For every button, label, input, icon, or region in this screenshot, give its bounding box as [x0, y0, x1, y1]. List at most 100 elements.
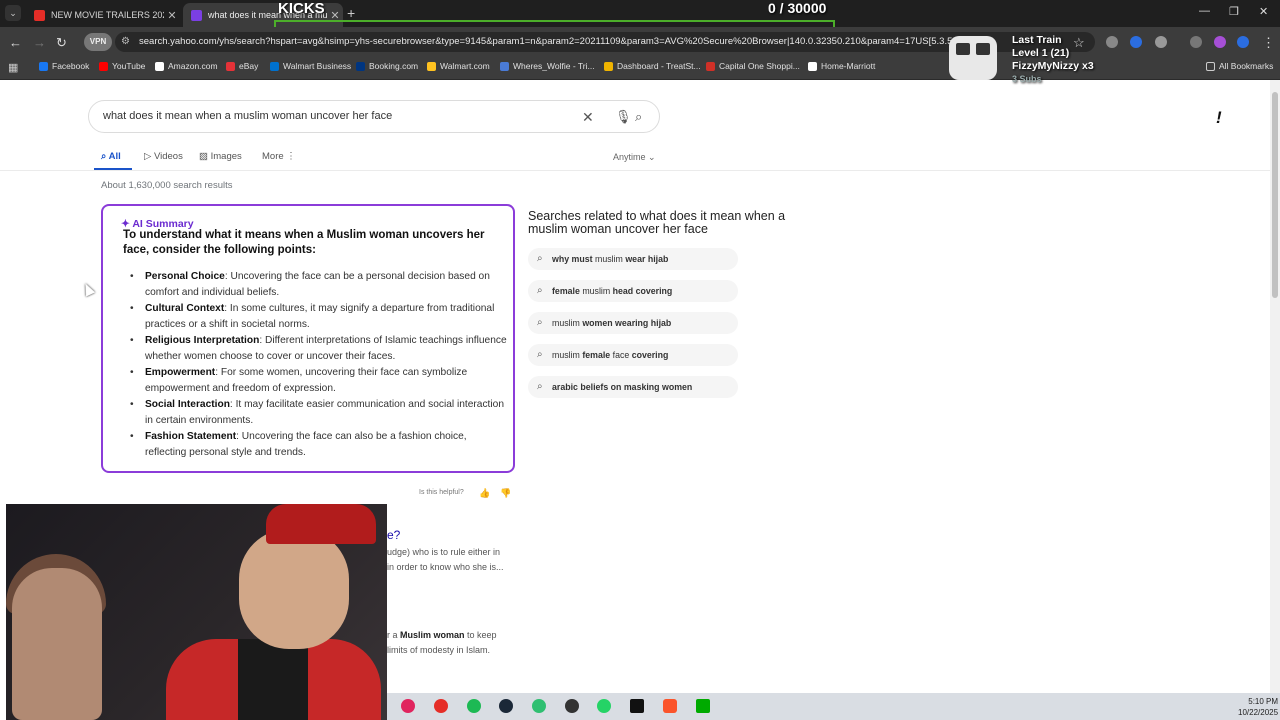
app-icon[interactable] — [565, 699, 579, 713]
ai-summary-list: Personal Choice: Uncovering the face can… — [130, 269, 507, 461]
train-title: Last Train — [1012, 34, 1062, 46]
time-filter-dropdown[interactable]: Anytime ⌄ — [613, 152, 656, 163]
streamlabs-icon[interactable] — [630, 699, 644, 713]
bookmark-label: Facebook — [52, 61, 90, 71]
bookmark-amazon[interactable]: Amazon.com — [155, 61, 218, 71]
streamer-right-shirt-panel — [238, 639, 308, 720]
rel-bold: head covering — [612, 286, 673, 296]
more-dots-icon: ⋮ — [283, 151, 296, 162]
bookmark-wheres-wolfie[interactable]: Wheres_Wolfie - Tri... — [500, 61, 595, 71]
bookmark-label: eBay — [239, 61, 259, 71]
reload-icon[interactable]: ↻ — [56, 35, 67, 51]
scrollbar-thumb[interactable] — [1272, 92, 1278, 298]
extension-icon[interactable] — [1130, 36, 1142, 48]
minimize-icon[interactable]: — — [1199, 5, 1210, 17]
youtube-favicon-icon — [34, 9, 45, 21]
bookmark-marriott[interactable]: Home-Marriott — [808, 61, 875, 71]
booking-icon — [356, 61, 365, 71]
related-search-item[interactable]: ⌕ muslim women wearing hijab — [528, 312, 738, 334]
site-info-icon[interactable]: ⚙ — [121, 36, 130, 47]
chevron-down-icon: ⌄ — [645, 152, 656, 162]
youtube-icon — [99, 61, 108, 71]
vpn-toggle[interactable]: VPN — [84, 33, 112, 51]
tab-search-button[interactable]: ⌄ — [5, 5, 21, 21]
back-icon[interactable]: ← — [9, 35, 22, 50]
item-term: Empowerment — [145, 367, 216, 378]
shield-icon[interactable] — [1237, 36, 1249, 48]
maps-pin-icon[interactable] — [401, 699, 415, 713]
list-item: Social Interaction: It may facilitate ea… — [130, 397, 507, 429]
extensions-puzzle-icon[interactable] — [1155, 36, 1167, 48]
related-search-item[interactable]: ⌕ arabic beliefs on masking women — [528, 376, 738, 398]
close-window-icon[interactable]: ✕ — [1259, 5, 1268, 18]
train-contributor: FizzyMyNizzy x3 — [1012, 60, 1094, 72]
bookmark-facebook[interactable]: Facebook — [39, 61, 89, 71]
play-icon: ▷ — [144, 151, 154, 162]
youtube-icon[interactable] — [434, 699, 448, 713]
train-subs: 3 Subs — [1012, 74, 1042, 84]
result-title-link[interactable]: e? — [387, 528, 400, 542]
marriott-icon — [808, 61, 817, 71]
related-search-item[interactable]: ⌕ female muslim head covering — [528, 280, 738, 302]
search-icon: ⌕ — [537, 253, 543, 264]
forward-icon[interactable]: → — [33, 35, 46, 50]
search-input[interactable]: what does it mean when a muslim woman un… — [103, 110, 392, 122]
stream-kicks-label: KICKS — [278, 0, 325, 17]
address-bar[interactable]: search.yahoo.com/yhs/search?hspart=avg&h… — [115, 32, 1095, 52]
thumbs-down-icon[interactable]: 👎 — [500, 488, 511, 499]
search-icon[interactable]: ⌕ — [635, 109, 642, 125]
rel-bold: why must — [552, 254, 593, 264]
list-item: Cultural Context: In some cultures, it m… — [130, 301, 507, 333]
bookmark-treatstock[interactable]: Dashboard - TreatSt... — [604, 61, 701, 71]
tab-more[interactable]: More ⋮ — [262, 151, 296, 162]
tab-all[interactable]: ⌕ All — [101, 151, 121, 162]
restore-icon[interactable]: ❐ — [1229, 5, 1239, 18]
extension-icon[interactable] — [1106, 36, 1118, 48]
capital-one-icon — [706, 61, 715, 71]
bookmark-capital-one[interactable]: Capital One Shoppi... — [706, 61, 800, 71]
rel-text: muslim — [552, 318, 583, 328]
search-icon: ⌕ — [537, 285, 543, 296]
tab-images[interactable]: ▨ Images — [199, 151, 242, 162]
spotify-icon[interactable] — [467, 699, 481, 713]
whatsapp-icon[interactable] — [597, 699, 611, 713]
bookmark-youtube[interactable]: YouTube — [99, 61, 145, 71]
bookmark-walmart-business[interactable]: Walmart Business — [270, 61, 351, 71]
tab-videos[interactable]: ▷ Videos — [144, 151, 183, 162]
app-icon[interactable] — [532, 699, 546, 713]
all-bookmarks-button[interactable]: All Bookmarks — [1206, 61, 1273, 71]
result-snippet: limits of modesty in Islam. — [387, 645, 491, 655]
related-search-item[interactable]: ⌕ muslim female face covering — [528, 344, 738, 366]
app-icon[interactable] — [696, 699, 710, 713]
item-term: Social Interaction — [145, 399, 230, 410]
bookmark-booking[interactable]: Booking.com — [356, 61, 418, 71]
list-item: Empowerment: For some women, uncovering … — [130, 365, 507, 397]
thumbs-up-icon[interactable]: 👍 — [479, 488, 490, 499]
yahoo-logo-icon[interactable]: ! — [1216, 108, 1222, 128]
steam-icon[interactable] — [499, 699, 513, 713]
brave-icon[interactable] — [663, 699, 677, 713]
system-clock[interactable]: 5:10 PM 10/22/2025 — [1238, 696, 1278, 718]
train-level: Level 1 (21) — [1012, 47, 1070, 59]
tab-movie-trailers[interactable]: NEW MOVIE TRAILERS 2025 (M ✕ — [26, 3, 180, 27]
bookmark-label: Capital One Shoppi... — [719, 61, 800, 71]
item-term: Fashion Statement — [145, 431, 237, 442]
train-icon — [949, 36, 997, 80]
apps-grid-icon[interactable]: ▦ — [8, 61, 18, 74]
bookmark-walmart[interactable]: Walmart.com — [427, 61, 490, 71]
related-search-item[interactable]: ⌕ why must muslim wear hijab — [528, 248, 738, 270]
new-tab-button[interactable]: + — [347, 5, 355, 21]
webcam-overlay — [6, 504, 387, 720]
profile-avatar[interactable] — [1214, 36, 1226, 48]
bookmark-label: Home-Marriott — [821, 61, 876, 71]
microphone-icon[interactable]: 🎙 — [615, 109, 632, 125]
snippet-bold: Muslim woman — [400, 630, 465, 640]
media-icon[interactable] — [1190, 36, 1202, 48]
clear-icon[interactable]: ✕ — [582, 109, 594, 126]
close-tab-icon[interactable]: ✕ — [164, 9, 180, 22]
search-box[interactable]: what does it mean when a muslim woman un… — [88, 100, 660, 133]
bookmark-ebay[interactable]: eBay — [226, 61, 258, 71]
bookmark-label: Amazon.com — [168, 61, 218, 71]
menu-icon[interactable]: ⋮ — [1262, 35, 1275, 51]
snippet-text: r a — [387, 630, 401, 640]
